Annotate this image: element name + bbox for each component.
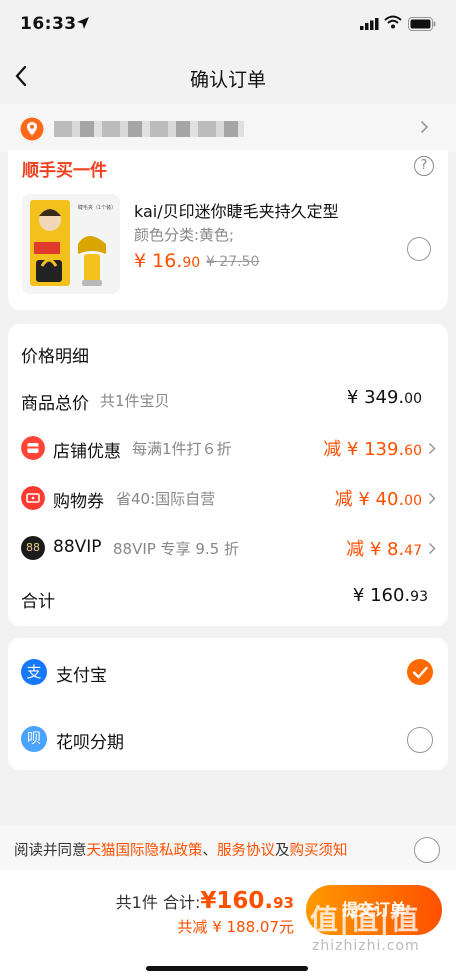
vip-discount-amount: 减 ¥ 8.47 xyxy=(346,539,422,560)
status-bar: 16:33 xyxy=(0,0,456,52)
agreement-bar: 阅读并同意天猫国际隐私政策、服务协议及购买须知 xyxy=(0,826,456,870)
status-time: 16:33 xyxy=(20,14,77,34)
price-detail-card: 价格明细 商品总价 共1件宝贝 ¥ 349.00 店铺优惠 每满1件打６折 减 … xyxy=(8,324,448,626)
home-indicator xyxy=(146,966,308,971)
wifi-icon xyxy=(384,15,402,29)
help-icon[interactable]: ? xyxy=(414,156,434,176)
chevron-right-icon xyxy=(428,492,436,505)
product-thumbnail[interactable]: 睫毛夹（1个装） xyxy=(22,194,120,294)
battery-icon xyxy=(408,17,436,31)
address-bar[interactable] xyxy=(0,104,456,152)
purchase-notice-link[interactable]: 购买须知 xyxy=(290,843,348,859)
vip-row[interactable]: 88 88VIP 88VIP 专享 9.5 折 减 ¥ 8.47 xyxy=(21,534,436,564)
total-amount: ¥160.93 xyxy=(200,888,294,914)
nav-bar: 确认订单 xyxy=(0,52,456,102)
total-line: 共1件 合计:¥160.93 xyxy=(115,888,294,914)
product-name[interactable]: kai/贝印迷你睫毛夹持久定型 xyxy=(134,198,339,222)
product-variant: 颜色分类:黄色; xyxy=(134,226,235,244)
location-arrow-icon xyxy=(77,17,89,29)
shop-icon xyxy=(21,436,45,460)
total-goods-row: 商品总价 共1件宝贝 ¥ 349.00 xyxy=(21,387,422,414)
coupon-icon xyxy=(21,486,45,510)
total-goods-amount: ¥ 349.00 xyxy=(346,387,422,408)
sum-row: 合计 ¥ 160.93 xyxy=(21,585,428,612)
addon-title: 顺手买一件 xyxy=(22,161,107,181)
watermark-url: zhizhizhi.com xyxy=(312,938,420,954)
agreement-text: 阅读并同意天猫国际隐私政策、服务协议及购买须知 xyxy=(14,843,348,859)
coupon-amount: 减 ¥ 40.00 xyxy=(334,489,422,510)
payment-option-label: 花呗分期 xyxy=(56,733,124,753)
agreement-radio[interactable] xyxy=(414,837,440,863)
addon-select-radio[interactable] xyxy=(407,237,431,261)
address-text-redacted xyxy=(54,121,244,137)
shop-discount-row[interactable]: 店铺优惠 每满1件打６折 减 ¥ 139.60 xyxy=(21,434,436,464)
sum-amount: ¥ 160.93 xyxy=(352,585,428,606)
vip-88-icon: 88 xyxy=(21,536,45,560)
addon-card: 顺手买一件 ? 睫毛夹（1个装） kai/贝印迷你睫毛夹持久定型 颜色分类:黄色… xyxy=(8,150,448,310)
chevron-right-icon xyxy=(428,442,436,455)
shop-discount-amount: 减 ¥ 139.60 xyxy=(323,439,422,460)
product-original-price: ¥ 27.50 xyxy=(206,254,260,270)
huabei-icon: 呗 xyxy=(21,726,47,752)
thumbnail-caption: 睫毛夹（1个装） xyxy=(78,205,117,211)
watermark: 值|值|值 xyxy=(310,903,420,936)
service-agreement-link[interactable]: 服务协议 xyxy=(217,843,275,859)
privacy-policy-link[interactable]: 天猫国际隐私政策 xyxy=(87,843,203,859)
payment-card: 支 支付宝 呗 花呗分期 xyxy=(8,638,448,770)
price-detail-title: 价格明细 xyxy=(21,347,89,367)
huabei-select-radio[interactable] xyxy=(407,727,433,753)
chevron-right-icon xyxy=(420,120,429,134)
checkmark-selected-icon[interactable] xyxy=(407,659,433,685)
coupon-row[interactable]: 购物券 省40:国际自营 减 ¥ 40.00 xyxy=(21,484,436,514)
cellular-signal-icon xyxy=(360,18,379,30)
product-price: ¥ 16.90 xyxy=(134,250,201,272)
alipay-icon: 支 xyxy=(21,659,47,685)
page-title: 确认订单 xyxy=(189,69,266,91)
bottom-bar: 共1件 合计:¥160.93 共减 ¥ 188.07元 提交订单 值|值|值 z… xyxy=(0,870,456,979)
location-pin-icon xyxy=(20,117,44,141)
chevron-right-icon xyxy=(428,542,436,555)
total-saved: 共减 ¥ 188.07元 xyxy=(177,918,294,936)
payment-option-label: 支付宝 xyxy=(56,666,107,686)
